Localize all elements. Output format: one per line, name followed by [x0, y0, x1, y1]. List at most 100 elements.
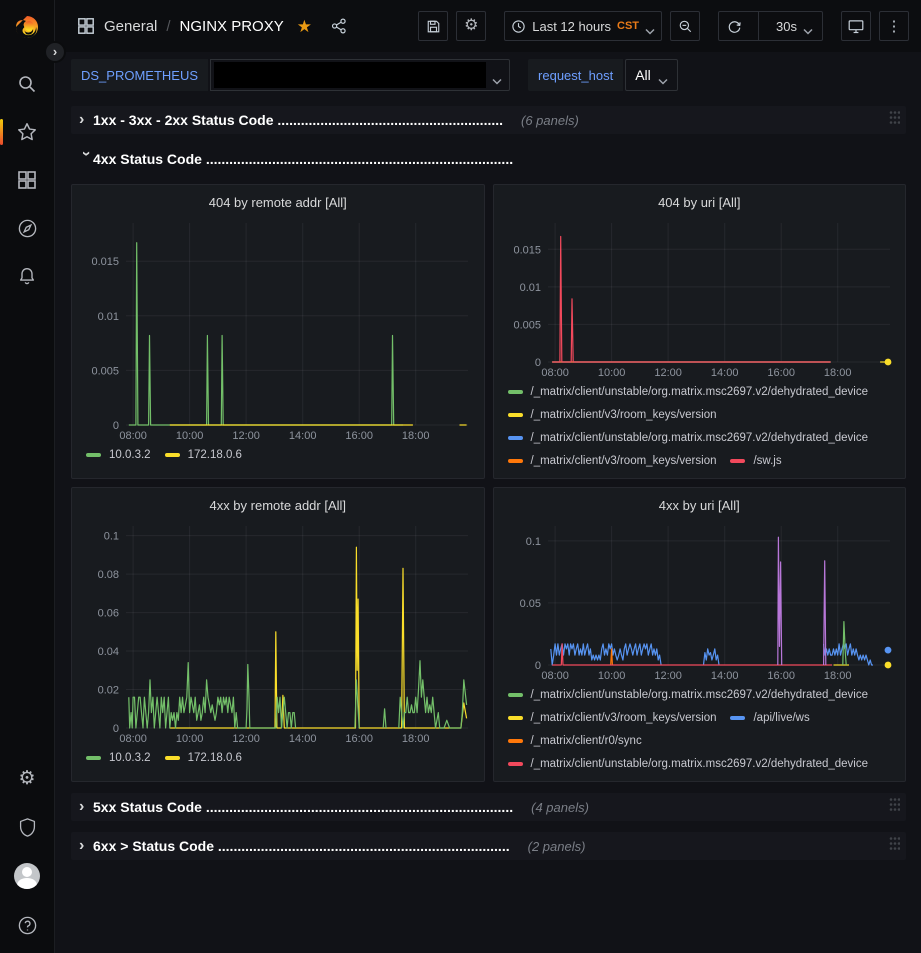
row-panel-count: (2 panels)	[528, 839, 586, 854]
panel-title[interactable]: 4xx by remote addr [All]	[80, 493, 476, 518]
top-navbar: General / NGINX PROXY ★ ⚙ Last 12 hours …	[55, 0, 921, 52]
refresh-button-group[interactable]: 30s	[718, 11, 823, 41]
svg-text:08:00: 08:00	[119, 733, 147, 745]
sidebar-item-dashboards[interactable]	[7, 166, 47, 194]
panel-title[interactable]: 404 by remote addr [All]	[80, 190, 476, 215]
drag-handle-icon[interactable]	[889, 798, 900, 817]
search-icon[interactable]	[7, 70, 47, 98]
save-dashboard-button[interactable]	[418, 11, 448, 41]
chart-legend: /_matrix/client/unstable/org.matrix.msc2…	[502, 683, 898, 775]
save-icon	[426, 19, 441, 34]
legend-item[interactable]: /_matrix/client/v3/room_keys/version	[508, 454, 717, 468]
legend-item[interactable]: 10.0.3.2	[86, 448, 151, 462]
refresh-interval-label: 30s	[776, 19, 797, 34]
legend-swatch	[86, 756, 101, 760]
chevron-down-icon: ›	[77, 151, 95, 165]
datasource-label[interactable]: DS_PROMETHEUS	[71, 59, 208, 91]
legend-label: /_matrix/client/unstable/org.matrix.msc2…	[531, 758, 869, 770]
refresh-icon[interactable]	[719, 19, 750, 34]
star-icon[interactable]: ★	[297, 18, 312, 35]
chart-svg: 08:0010:0012:0014:0016:0018:0000.0050.01…	[502, 215, 898, 380]
svg-text:12:00: 12:00	[232, 430, 260, 442]
request-host-label[interactable]: request_host	[528, 59, 623, 91]
chevron-down-icon	[803, 23, 813, 30]
legend-label: 172.18.0.6	[188, 752, 242, 764]
chevron-down-icon	[658, 72, 668, 79]
sidebar-expand-button[interactable]: ›	[44, 41, 66, 63]
svg-text:16:00: 16:00	[345, 430, 373, 442]
request-host-select[interactable]: All	[625, 59, 678, 91]
chart-legend: 10.0.3.2 172.18.0.6	[80, 746, 476, 775]
legend-item[interactable]: /sw.js	[730, 454, 781, 468]
sidebar-item-alerting[interactable]	[7, 262, 47, 290]
legend-item[interactable]: /_matrix/client/unstable/org.matrix.msc2…	[508, 688, 869, 702]
legend-item[interactable]: 10.0.3.2	[86, 751, 151, 765]
request-host-value: All	[635, 67, 651, 83]
chart-svg: 08:0010:0012:0014:0016:0018:0000.050.1	[502, 518, 898, 683]
sidebar-item-configuration[interactable]: ⚙	[7, 764, 47, 792]
legend-item[interactable]: 172.18.0.6	[165, 448, 242, 462]
row-panel-count: (6 panels)	[521, 113, 579, 128]
drag-handle-icon[interactable]	[889, 837, 900, 856]
svg-text:12:00: 12:00	[232, 733, 260, 745]
legend-item[interactable]: /_matrix/client/v3/room_keys/version	[508, 711, 717, 725]
legend-label: /_matrix/client/v3/room_keys/version	[531, 455, 717, 467]
svg-text:0: 0	[113, 723, 119, 735]
more-options-button[interactable]: ⋮	[879, 11, 909, 41]
svg-text:0.015: 0.015	[91, 256, 119, 268]
page-title[interactable]: NGINX PROXY	[180, 18, 284, 35]
shield-icon	[18, 817, 37, 838]
chevron-right-icon: ›	[79, 111, 93, 129]
svg-text:10:00: 10:00	[176, 430, 204, 442]
sidebar-item-profile[interactable]	[7, 862, 47, 890]
clock-icon	[511, 19, 526, 34]
time-range-label: Last 12 hours	[532, 19, 611, 34]
chart-plot[interactable]: 08:0010:0012:0014:0016:0018:0000.050.1	[502, 518, 898, 683]
sidebar-item-starred[interactable]	[7, 118, 47, 146]
row-5xx[interactable]: › 5xx Status Code ......................…	[71, 793, 906, 821]
panel-title[interactable]: 404 by uri [All]	[502, 190, 898, 215]
zoom-out-button[interactable]	[670, 11, 700, 41]
chart-plot[interactable]: 08:0010:0012:0014:0016:0018:0000.0050.01…	[80, 215, 476, 443]
chart-svg: 08:0010:0012:0014:0016:0018:0000.0050.01…	[80, 215, 476, 443]
row-title: 4xx Status Code ........................…	[93, 151, 513, 167]
drag-handle-icon[interactable]	[889, 111, 900, 130]
legend-swatch	[165, 453, 180, 457]
row-6xx[interactable]: › 6xx > Status Code ....................…	[71, 832, 906, 860]
sidebar-item-help[interactable]	[7, 911, 47, 939]
legend-label: /_matrix/client/unstable/org.matrix.msc2…	[531, 386, 869, 398]
chart-plot[interactable]: 08:0010:0012:0014:0016:0018:0000.020.040…	[80, 518, 476, 746]
legend-item[interactable]: /_matrix/client/unstable/org.matrix.msc2…	[508, 757, 869, 771]
panel-4xx-by-uri: 4xx by uri [All] 08:0010:0012:0014:0016:…	[493, 487, 907, 782]
cycle-view-mode-button[interactable]	[841, 11, 871, 41]
dashboard-settings-button[interactable]: ⚙	[456, 11, 486, 41]
row-1xx-3xx-2xx[interactable]: › 1xx - 3xx - 2xx Status Code ..........…	[71, 106, 906, 134]
sidebar-item-explore[interactable]	[7, 214, 47, 242]
legend-item[interactable]: /_matrix/client/unstable/org.matrix.msc2…	[508, 385, 869, 399]
share-icon[interactable]	[331, 18, 347, 34]
legend-item[interactable]: /_matrix/client/r0/sync	[508, 734, 642, 748]
row-4xx[interactable]: › 4xx Status Code ......................…	[71, 145, 906, 173]
svg-text:0.04: 0.04	[98, 646, 119, 658]
time-range-picker[interactable]: Last 12 hours CST	[504, 11, 662, 41]
svg-text:18:00: 18:00	[402, 430, 430, 442]
breadcrumb-folder[interactable]: General	[104, 18, 157, 35]
svg-text:0.1: 0.1	[104, 531, 119, 543]
legend-swatch	[86, 453, 101, 457]
svg-text:0.005: 0.005	[91, 365, 119, 377]
sidebar-item-server-admin[interactable]	[7, 813, 47, 841]
legend-item[interactable]: /_matrix/client/v3/room_keys/version	[508, 408, 717, 422]
dashboard-canvas: › 1xx - 3xx - 2xx Status Code ..........…	[55, 98, 921, 860]
refresh-interval-select[interactable]: 30s	[767, 19, 822, 34]
legend-item[interactable]: /_matrix/client/unstable/org.matrix.msc2…	[508, 431, 869, 445]
panel-title[interactable]: 4xx by uri [All]	[502, 493, 898, 518]
legend-swatch	[508, 762, 523, 766]
chart-plot[interactable]: 08:0010:0012:0014:0016:0018:0000.0050.01…	[502, 215, 898, 380]
legend-item[interactable]: /api/live/ws	[730, 711, 809, 725]
legend-swatch	[730, 459, 745, 463]
svg-text:10:00: 10:00	[597, 367, 625, 379]
datasource-select[interactable]	[210, 59, 510, 91]
svg-text:10:00: 10:00	[597, 670, 625, 682]
legend-item[interactable]: 172.18.0.6	[165, 751, 242, 765]
grafana-logo[interactable]	[12, 12, 42, 42]
